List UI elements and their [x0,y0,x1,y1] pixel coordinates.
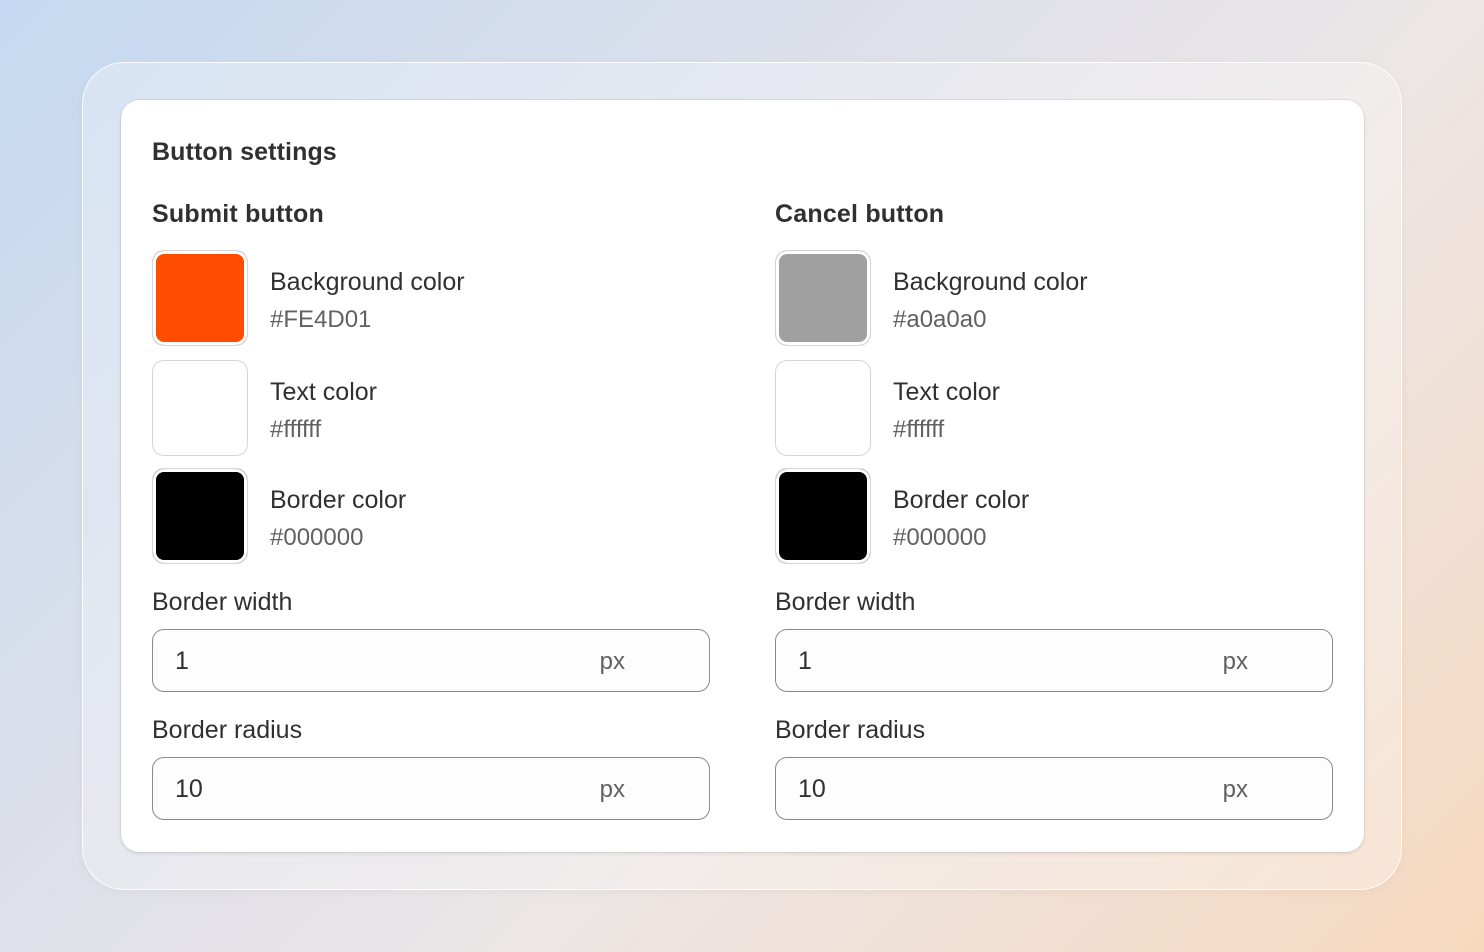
border-color-swatch[interactable] [775,468,871,564]
unit-suffix: px [1222,776,1248,803]
border-width-input[interactable]: 1 px [775,629,1333,692]
unit-suffix: px [599,776,625,803]
section-heading: Cancel button [775,200,945,228]
text-color-swatch[interactable] [775,360,871,456]
swatch-hex-value: #FE4D01 [270,306,372,333]
submit-background-color-row: Background color #FE4D01 [152,250,710,346]
input-value: 10 [798,775,826,803]
cancel-text-color-row: Text color #ffffff [775,360,1333,456]
border-radius-label: Border radius [152,716,303,744]
swatch-hex-value: #ffffff [270,416,322,443]
swatch-hex-value: #000000 [893,524,987,551]
swatch-label: Text color [893,378,1000,406]
swatch-label: Border color [893,486,1030,514]
input-value: 10 [175,775,203,803]
cancel-border-color-row: Border color #000000 [775,468,1333,564]
swatch-label: Background color [270,268,465,296]
border-width-label: Border width [775,588,916,616]
background-color-swatch[interactable] [152,250,248,346]
swatch-hex-value: #ffffff [893,416,945,443]
button-settings-card: Button settings Submit button Background… [121,100,1364,852]
swatch-label: Border color [270,486,407,514]
border-color-swatch[interactable] [152,468,248,564]
input-value: 1 [175,647,189,675]
border-radius-input[interactable]: 10 px [775,757,1333,820]
swatch-label: Background color [893,268,1088,296]
text-color-swatch[interactable] [152,360,248,456]
input-value: 1 [798,647,812,675]
submit-text-color-row: Text color #ffffff [152,360,710,456]
swatch-label: Text color [270,378,377,406]
cancel-background-color-row: Background color #a0a0a0 [775,250,1333,346]
submit-border-color-row: Border color #000000 [152,468,710,564]
swatch-hex-value: #a0a0a0 [893,306,987,333]
border-radius-label: Border radius [775,716,926,744]
border-radius-input[interactable]: 10 px [152,757,710,820]
swatch-hex-value: #000000 [270,524,364,551]
border-width-label: Border width [152,588,293,616]
unit-suffix: px [1222,648,1248,675]
section-heading: Submit button [152,200,324,228]
border-width-input[interactable]: 1 px [152,629,710,692]
card-title: Button settings [152,138,337,166]
unit-suffix: px [599,648,625,675]
background-color-swatch[interactable] [775,250,871,346]
